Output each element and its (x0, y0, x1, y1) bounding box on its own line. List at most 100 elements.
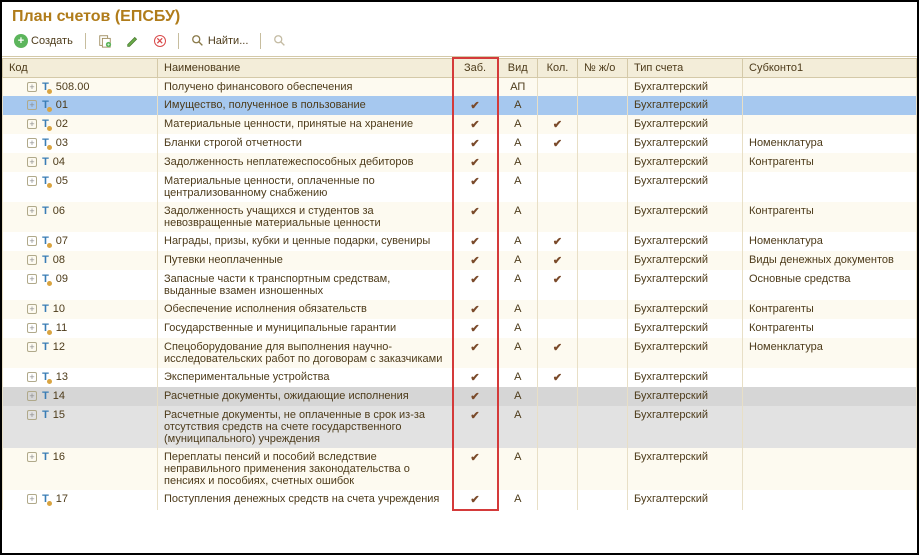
type-cell: Бухгалтерский (628, 368, 743, 387)
zho-cell (578, 232, 628, 251)
code-cell: 14 (53, 390, 65, 402)
expand-icon[interactable]: + (27, 494, 37, 504)
expand-icon[interactable]: + (27, 452, 37, 462)
sub-cell (743, 115, 917, 134)
zab-cell: ✔ (453, 387, 498, 406)
expand-icon[interactable]: + (27, 138, 37, 148)
table-row[interactable]: + T 17Поступления денежных средств на сч… (3, 490, 917, 510)
zab-cell: ✔ (453, 406, 498, 448)
kol-cell (538, 448, 578, 490)
col-vid[interactable]: Вид (498, 58, 538, 78)
expand-icon[interactable]: + (27, 274, 37, 284)
table-row[interactable]: + T 02Материальные ценности, принятые на… (3, 115, 917, 134)
type-cell: Бухгалтерский (628, 406, 743, 448)
table-row[interactable]: + T 14Расчетные документы, ожидающие исп… (3, 387, 917, 406)
expand-icon[interactable]: + (27, 342, 37, 352)
zab-cell: ✔ (453, 202, 498, 232)
name-cell: Материальные ценности, принятые на хране… (158, 115, 453, 134)
edit-button[interactable] (122, 32, 144, 50)
type-cell: Бухгалтерский (628, 270, 743, 300)
name-cell: Материальные ценности, оплаченные по цен… (158, 172, 453, 202)
table-row[interactable]: + T 04Задолженность неплатежеспособных д… (3, 153, 917, 172)
col-kol[interactable]: Кол. (538, 58, 578, 78)
col-code[interactable]: Код (3, 58, 158, 78)
table-row[interactable]: + T 06Задолженность учащихся и студентов… (3, 202, 917, 232)
zho-cell (578, 300, 628, 319)
expand-icon[interactable]: + (27, 82, 37, 92)
vid-cell: А (498, 387, 538, 406)
expand-icon[interactable]: + (27, 157, 37, 167)
kol-cell: ✔ (538, 270, 578, 300)
account-icon: T (42, 156, 49, 168)
col-name[interactable]: Наименование (158, 58, 453, 78)
code-cell: 03 (56, 137, 68, 149)
table-row[interactable]: + T 508.00Получено финансового обеспечен… (3, 78, 917, 97)
expand-icon[interactable]: + (27, 236, 37, 246)
account-icon: T (42, 322, 52, 334)
sub-cell (743, 448, 917, 490)
kol-cell: ✔ (538, 338, 578, 368)
search-clear-icon (273, 34, 287, 48)
table-row[interactable]: + T 03Бланки строгой отчетности✔А✔Бухгал… (3, 134, 917, 153)
sub-cell: Контрагенты (743, 202, 917, 232)
expand-icon[interactable]: + (27, 206, 37, 216)
type-cell: Бухгалтерский (628, 232, 743, 251)
expand-icon[interactable]: + (27, 304, 37, 314)
table-row[interactable]: + T 01Имущество, полученное в пользовани… (3, 96, 917, 115)
account-icon: T (42, 493, 52, 505)
zab-cell: ✔ (453, 96, 498, 115)
code-cell: 12 (53, 341, 65, 353)
zab-cell: ✔ (453, 153, 498, 172)
type-cell: Бухгалтерский (628, 338, 743, 368)
table-row[interactable]: + T 05Материальные ценности, оплаченные … (3, 172, 917, 202)
kol-cell (538, 406, 578, 448)
name-cell: Получено финансового обеспечения (158, 78, 453, 97)
vid-cell: А (498, 490, 538, 510)
delete-button[interactable]: ✕ (150, 33, 170, 49)
sub-cell: Контрагенты (743, 300, 917, 319)
type-cell: Бухгалтерский (628, 172, 743, 202)
vid-cell: А (498, 406, 538, 448)
expand-icon[interactable]: + (27, 176, 37, 186)
expand-icon[interactable]: + (27, 372, 37, 382)
table-row[interactable]: + T 15Расчетные документы, не оплаченные… (3, 406, 917, 448)
table-row[interactable]: + T 09Запасные части к транспортным сред… (3, 270, 917, 300)
table-row[interactable]: + T 11Государственные и муниципальные га… (3, 319, 917, 338)
expand-icon[interactable]: + (27, 119, 37, 129)
code-cell: 06 (53, 205, 65, 217)
expand-icon[interactable]: + (27, 100, 37, 110)
zab-cell: ✔ (453, 232, 498, 251)
clear-search-button[interactable] (269, 32, 291, 50)
table-row[interactable]: + T 12Спецоборудование для выполнения на… (3, 338, 917, 368)
name-cell: Расчетные документы, не оплаченные в сро… (158, 406, 453, 448)
find-button[interactable]: Найти... (187, 32, 253, 50)
name-cell: Поступления денежных средств на счета уч… (158, 490, 453, 510)
expand-icon[interactable]: + (27, 323, 37, 333)
col-zab[interactable]: Заб. (453, 58, 498, 78)
sub-cell: Номенклатура (743, 338, 917, 368)
table-row[interactable]: + T 08Путевки неоплаченные✔А✔Бухгалтерск… (3, 251, 917, 270)
code-cell: 02 (56, 118, 68, 130)
code-cell: 10 (53, 303, 65, 315)
copy-button[interactable]: + (94, 32, 116, 50)
vid-cell: А (498, 232, 538, 251)
col-type[interactable]: Тип счета (628, 58, 743, 78)
table-row[interactable]: + T 07Награды, призы, кубки и ценные под… (3, 232, 917, 251)
expand-icon[interactable]: + (27, 391, 37, 401)
expand-icon[interactable]: + (27, 255, 37, 265)
col-sub[interactable]: Субконто1 (743, 58, 917, 78)
zho-cell (578, 270, 628, 300)
table-row[interactable]: + T 13Экспериментальные устройства✔А✔Бух… (3, 368, 917, 387)
pencil-icon (126, 34, 140, 48)
sub-cell (743, 96, 917, 115)
zab-cell: ✔ (453, 134, 498, 153)
expand-icon[interactable]: + (27, 410, 37, 420)
zho-cell (578, 338, 628, 368)
table-row[interactable]: + T 10Обеспечение исполнения обязательст… (3, 300, 917, 319)
code-cell: 16 (53, 451, 65, 463)
table-row[interactable]: + T 16Переплаты пенсий и пособий вследст… (3, 448, 917, 490)
accounts-table-container[interactable]: Код Наименование Заб. Вид Кол. № ж/о Тип… (2, 57, 917, 553)
col-zho[interactable]: № ж/о (578, 58, 628, 78)
create-button[interactable]: + Создать (10, 32, 77, 50)
sub-cell: Виды денежных документов (743, 251, 917, 270)
